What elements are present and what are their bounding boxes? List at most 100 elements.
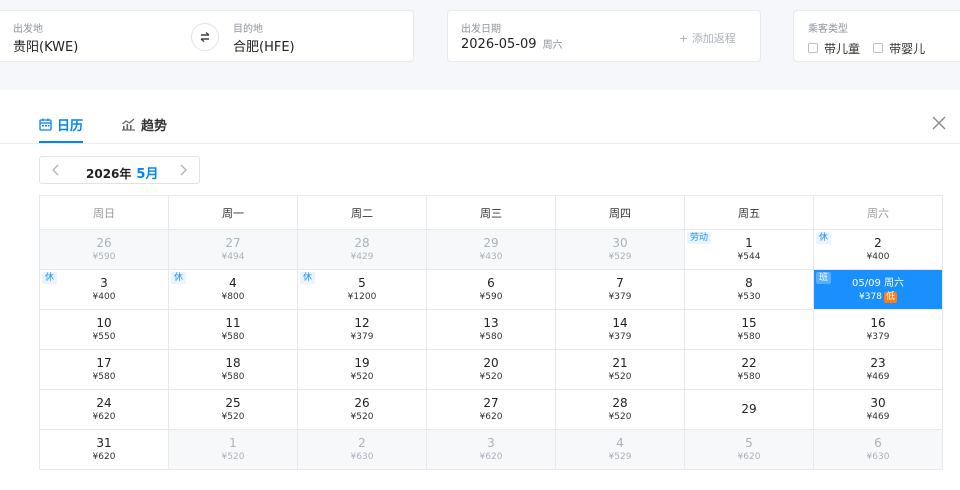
calendar-day[interactable]: 休 4 ¥800 <box>168 269 298 310</box>
day-price: ¥620 <box>40 451 168 463</box>
price-value: ¥520 <box>350 372 374 382</box>
calendar-day[interactable]: 12 ¥379 <box>297 309 427 350</box>
price-value: ¥469 <box>866 372 890 382</box>
calendar-day[interactable]: 休 2 ¥400 <box>813 229 943 270</box>
day-price: ¥520 <box>427 371 555 383</box>
calendar-day[interactable]: 13 ¥580 <box>426 309 556 350</box>
to-label: 目的地 <box>233 24 263 35</box>
calendar-day[interactable]: 17 ¥580 <box>39 349 169 390</box>
calendar-day[interactable]: 21 ¥520 <box>555 349 685 390</box>
checkbox-box <box>808 43 818 53</box>
day-price: ¥520 <box>169 451 297 463</box>
to-city-field[interactable]: 合肥(HFE) <box>233 36 295 55</box>
view-tabs: 日历 趋势 <box>0 103 960 144</box>
holiday-tag: 休 <box>171 272 187 284</box>
chevron-left-icon[interactable] <box>49 162 63 178</box>
calendar-day[interactable]: 30 ¥529 <box>555 229 685 270</box>
calendar-day-selected[interactable]: 班 05/09 周六 ¥378 低 <box>813 269 943 310</box>
calendar-day[interactable]: 劳动 1 ¥544 <box>684 229 814 270</box>
day-number: 30 <box>612 236 628 250</box>
calendar-day[interactable]: 15 ¥580 <box>684 309 814 350</box>
price-value: ¥630 <box>866 452 890 462</box>
day-number: 21 <box>612 356 628 370</box>
day-price: ¥520 <box>169 411 297 423</box>
calendar-day[interactable]: 22 ¥580 <box>684 349 814 390</box>
price-value: ¥520 <box>221 452 245 462</box>
calendar-day[interactable]: 29 <box>684 389 814 430</box>
calendar-day[interactable]: 28 ¥429 <box>297 229 427 270</box>
date-value: 2026-05-09 <box>461 37 537 52</box>
price-value: ¥544 <box>737 252 761 262</box>
calendar-day[interactable]: 5 ¥620 <box>684 429 814 470</box>
calendar-day[interactable]: 14 ¥379 <box>555 309 685 350</box>
calendar-day[interactable]: 19 ¥520 <box>297 349 427 390</box>
calendar-day[interactable]: 27 ¥620 <box>426 389 556 430</box>
day-number: 5 <box>745 436 753 450</box>
calendar-week-row: 26 ¥590 27 ¥494 28 ¥429 29 ¥430 30 ¥529 劳动 1 ¥544 休 2 ¥… <box>39 229 943 270</box>
day-price: ¥580 <box>427 331 555 343</box>
price-value: ¥1200 <box>347 292 377 302</box>
calendar-day[interactable]: 10 ¥550 <box>39 309 169 350</box>
price-value: ¥620 <box>92 412 116 422</box>
calendar-day[interactable]: 1 ¥520 <box>168 429 298 470</box>
calendar-day[interactable]: 23 ¥469 <box>813 349 943 390</box>
day-price: ¥550 <box>40 331 168 343</box>
tab-trend[interactable]: 趋势 <box>121 115 167 134</box>
close-icon[interactable] <box>930 114 948 132</box>
day-number: 5 <box>358 276 366 290</box>
day-number: 28 <box>354 236 370 250</box>
calendar-day[interactable]: 3 ¥620 <box>426 429 556 470</box>
calendar-day[interactable]: 4 ¥529 <box>555 429 685 470</box>
calendar-day[interactable]: 25 ¥520 <box>168 389 298 430</box>
calendar-day[interactable]: 29 ¥430 <box>426 229 556 270</box>
price-value: ¥590 <box>479 292 503 302</box>
day-number: 15 <box>741 316 757 330</box>
day-number: 12 <box>354 316 370 330</box>
price-value: ¥580 <box>221 332 245 342</box>
passenger-type-label: 乘客类型 <box>808 24 848 35</box>
tab-calendar[interactable]: 日历 <box>39 115 84 143</box>
calendar-day[interactable]: 8 ¥530 <box>684 269 814 310</box>
calendar-day[interactable]: 26 ¥590 <box>39 229 169 270</box>
day-number: 28 <box>612 396 628 410</box>
price-value: ¥520 <box>479 372 503 382</box>
calendar-day[interactable]: 16 ¥379 <box>813 309 943 350</box>
price-value: ¥400 <box>866 252 890 262</box>
price-value: ¥550 <box>92 332 116 342</box>
swap-button[interactable] <box>191 23 219 51</box>
day-price: ¥379 <box>814 331 942 343</box>
calendar-day[interactable]: 11 ¥580 <box>168 309 298 350</box>
calendar-day[interactable]: 18 ¥580 <box>168 349 298 390</box>
calendar-day[interactable]: 27 ¥494 <box>168 229 298 270</box>
calendar-day[interactable]: 6 ¥630 <box>813 429 943 470</box>
day-price: ¥544 <box>685 251 813 263</box>
from-city-field[interactable]: 贵阳(KWE) <box>13 36 78 55</box>
calendar-day[interactable]: 28 ¥520 <box>555 389 685 430</box>
price-value: ¥530 <box>737 292 761 302</box>
calendar-day[interactable]: 6 ¥590 <box>426 269 556 310</box>
calendar-day[interactable]: 2 ¥630 <box>297 429 427 470</box>
child-checkbox[interactable]: 带儿童 <box>808 40 860 57</box>
calendar-day[interactable]: 31 ¥620 <box>39 429 169 470</box>
calendar-day[interactable]: 休 5 ¥1200 <box>297 269 427 310</box>
day-number: 23 <box>870 356 886 370</box>
calendar-day[interactable]: 24 ¥620 <box>39 389 169 430</box>
chevron-right-icon[interactable] <box>176 162 190 178</box>
price-value: ¥630 <box>350 452 374 462</box>
price-value: ¥620 <box>92 452 116 462</box>
departure-date-field[interactable]: 2026-05-09 周六 <box>461 36 563 52</box>
calendar-day[interactable]: 休 3 ¥400 <box>39 269 169 310</box>
calendar-day[interactable]: 20 ¥520 <box>426 349 556 390</box>
add-return-button[interactable]: + 添加返程 <box>679 30 736 46</box>
calendar-day[interactable]: 30 ¥469 <box>813 389 943 430</box>
day-number: 2 <box>358 436 366 450</box>
day-price: ¥494 <box>169 251 297 263</box>
calendar-day[interactable]: 7 ¥379 <box>555 269 685 310</box>
calendar-day[interactable]: 26 ¥520 <box>297 389 427 430</box>
infant-checkbox[interactable]: 带婴儿 <box>873 40 925 57</box>
day-number: 3 <box>487 436 495 450</box>
date-label: 出发日期 <box>461 24 501 35</box>
price-value: ¥379 <box>350 332 374 342</box>
day-price: ¥630 <box>298 451 426 463</box>
day-number: 13 <box>483 316 499 330</box>
